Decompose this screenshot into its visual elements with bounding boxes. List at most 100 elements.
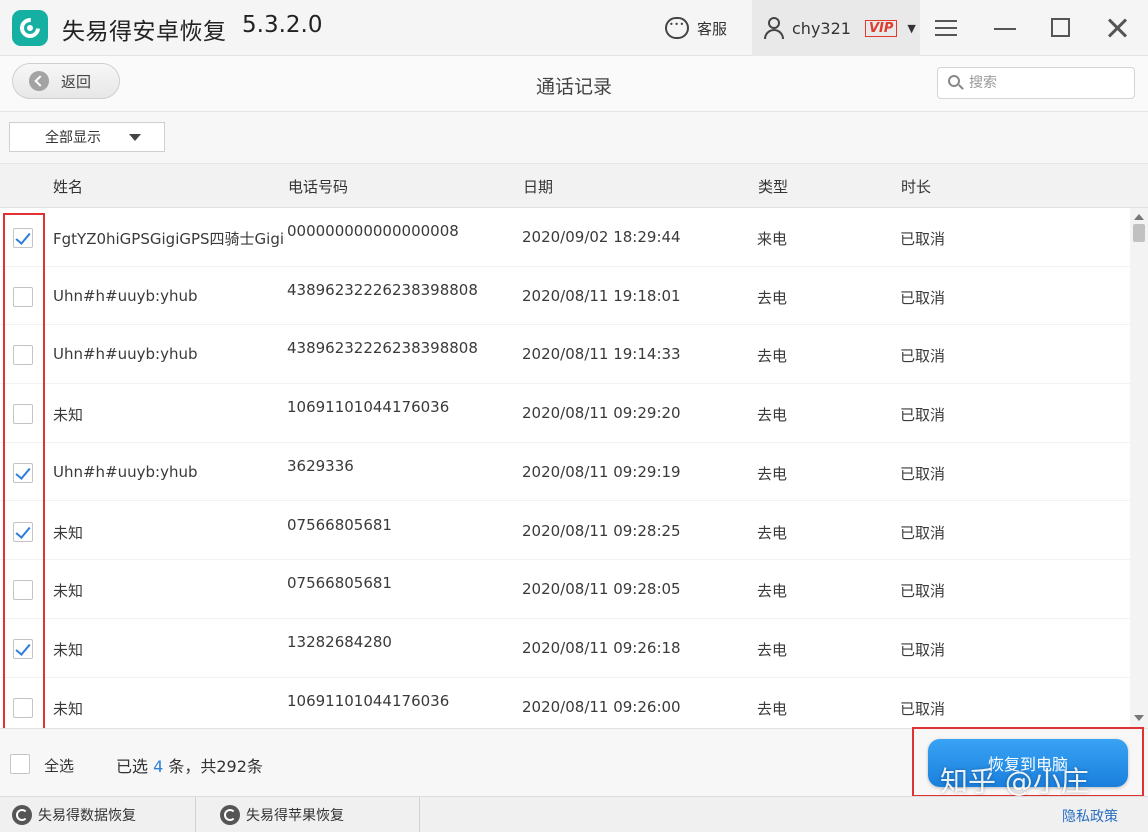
cell-date: 2020/08/11 19:18:01 — [522, 286, 681, 305]
cell-date: 2020/08/11 19:14:33 — [522, 345, 681, 364]
data-recovery-logo-icon — [12, 805, 32, 825]
table-row[interactable]: Uhn#h#uuyb:yhub 43896232226238398808 202… — [0, 325, 1130, 385]
cell-type: 去电 — [757, 288, 788, 307]
vip-badge: VIP — [864, 19, 898, 37]
cell-type: 去电 — [757, 640, 788, 659]
app-version: 5.3.2.0 — [242, 12, 323, 38]
selected-count: 4 — [153, 757, 164, 776]
row-checkbox[interactable] — [13, 521, 33, 542]
row-checkbox[interactable] — [13, 697, 33, 718]
page-header: 返回 通话记录 — [0, 56, 1148, 112]
cell-phone: 43896232226238398808 — [287, 280, 478, 299]
row-checkbox[interactable] — [13, 228, 33, 248]
row-checkbox[interactable] — [13, 462, 33, 483]
cell-date: 2020/08/11 09:26:00 — [522, 697, 681, 716]
column-header-date[interactable]: 日期 — [523, 176, 553, 197]
maximize-icon[interactable] — [1043, 10, 1079, 46]
dropdown-arrow-icon — [129, 133, 141, 141]
cell-name: Uhn#h#uuyb:yhub — [53, 462, 198, 481]
scroll-up-arrow-icon[interactable] — [1134, 214, 1144, 220]
cell-date: 2020/08/11 09:28:25 — [522, 521, 681, 540]
table-row[interactable]: Uhn#h#uuyb:yhub 43896232226238398808 202… — [0, 267, 1130, 326]
summary-prefix: 已选 — [116, 757, 154, 776]
cell-phone: 3629336 — [287, 456, 354, 475]
summary-suffix: 条，共292条 — [163, 757, 263, 776]
table-row[interactable]: 未知 10691101044176036 2020/08/11 09:26:00… — [0, 678, 1130, 728]
cell-duration: 已取消 — [900, 288, 946, 307]
row-checkbox[interactable] — [13, 638, 33, 659]
privacy-policy-link[interactable]: 隐私政策 — [1062, 806, 1118, 826]
filter-selected-value: 全部显示 — [45, 130, 101, 146]
minimize-icon[interactable] — [986, 10, 1022, 46]
column-header-type[interactable]: 类型 — [758, 176, 788, 197]
cell-date: 2020/09/02 18:29:44 — [522, 228, 681, 246]
row-checkbox[interactable] — [13, 580, 33, 601]
user-menu[interactable]: chy321 VIP ▼ — [752, 0, 920, 56]
search-box[interactable] — [937, 67, 1135, 99]
title-bar: 失易得安卓恢复 5.3.2.0 客服 chy321 VIP ▼ — [0, 0, 1148, 56]
cell-phone: 13282684280 — [287, 632, 392, 651]
recover-to-computer-button[interactable]: 恢复到电脑 — [928, 739, 1128, 787]
data-recovery-link[interactable]: 失易得数据恢复 — [0, 797, 196, 832]
filter-bar: 全部显示 — [0, 112, 1148, 164]
vertical-scrollbar[interactable] — [1130, 208, 1148, 728]
caret-down-icon: ▼ — [907, 21, 916, 35]
cell-phone: 10691101044176036 — [287, 398, 450, 417]
cell-type: 去电 — [757, 406, 788, 425]
cell-type: 来电 — [757, 230, 788, 248]
cell-duration: 已取消 — [900, 699, 946, 718]
select-all-checkbox[interactable] — [10, 754, 30, 774]
data-recovery-label: 失易得数据恢复 — [38, 808, 136, 824]
table-row[interactable]: 未知 13282684280 2020/08/11 09:26:18 去电 已取… — [0, 619, 1130, 678]
cell-duration: 已取消 — [900, 230, 946, 248]
cell-duration: 已取消 — [900, 406, 946, 425]
cell-date: 2020/08/11 09:28:05 — [522, 580, 681, 599]
search-input[interactable] — [969, 75, 1129, 91]
cell-phone: 43896232226238398808 — [287, 339, 478, 358]
row-checkbox[interactable] — [13, 286, 33, 307]
customer-service-button[interactable]: 客服 — [665, 14, 727, 42]
cell-type: 去电 — [757, 699, 788, 718]
cell-date: 2020/08/11 09:26:18 — [522, 638, 681, 657]
user-icon — [764, 17, 784, 39]
table-row[interactable]: 未知 07566805681 2020/08/11 09:28:25 去电 已取… — [0, 502, 1130, 561]
search-icon — [948, 75, 964, 91]
cell-type: 去电 — [757, 523, 788, 542]
row-checkbox[interactable] — [13, 404, 33, 425]
menu-icon[interactable] — [927, 10, 963, 46]
app-title: 失易得安卓恢复 — [62, 19, 227, 45]
chat-bubble-icon — [665, 17, 689, 39]
cell-duration: 已取消 — [900, 582, 946, 601]
cell-duration: 已取消 — [900, 640, 946, 659]
row-checkbox[interactable] — [13, 345, 33, 366]
scroll-down-arrow-icon[interactable] — [1134, 715, 1144, 721]
cell-type: 去电 — [757, 347, 788, 366]
table-row[interactable]: 未知 10691101044176036 2020/08/11 09:29:20… — [0, 384, 1130, 443]
table-row[interactable]: Uhn#h#uuyb:yhub 3629336 2020/08/11 09:29… — [0, 443, 1130, 502]
column-header-phone[interactable]: 电话号码 — [288, 176, 348, 197]
close-icon[interactable] — [1099, 10, 1135, 46]
table-row[interactable]: FgtYZ0hiGPSGigiGPS四骑士GigiGPS 00000000000… — [0, 208, 1130, 267]
call-log-table: FgtYZ0hiGPSGigiGPS四骑士GigiGPS 00000000000… — [0, 208, 1130, 728]
selection-summary: 已选 4 条，共292条 — [116, 753, 263, 777]
username: chy321 — [792, 18, 851, 38]
cell-duration: 已取消 — [900, 523, 946, 542]
app-logo-icon — [12, 10, 48, 46]
apple-recovery-link[interactable]: 失易得苹果恢复 — [208, 797, 420, 832]
cell-phone: 07566805681 — [287, 515, 392, 534]
column-header-name[interactable]: 姓名 — [53, 176, 83, 197]
scroll-thumb[interactable] — [1133, 224, 1145, 242]
table-header: 姓名 电话号码 日期 类型 时长 — [0, 164, 1148, 208]
cell-duration: 已取消 — [900, 347, 946, 366]
table-row[interactable]: 未知 07566805681 2020/08/11 09:28:05 去电 已取… — [0, 560, 1130, 619]
cell-duration: 已取消 — [900, 464, 946, 483]
column-header-duration[interactable]: 时长 — [901, 176, 931, 197]
cell-name: 未知 — [53, 699, 84, 718]
cell-date: 2020/08/11 09:29:19 — [522, 462, 681, 481]
apple-recovery-label: 失易得苹果恢复 — [246, 808, 344, 824]
cell-name: Uhn#h#uuyb:yhub — [53, 286, 198, 305]
display-filter-dropdown[interactable]: 全部显示 — [9, 122, 165, 152]
action-bar: 全选 已选 4 条，共292条 恢复到电脑 — [0, 728, 1148, 796]
select-all-label: 全选 — [44, 757, 75, 775]
customer-service-label: 客服 — [697, 19, 728, 38]
